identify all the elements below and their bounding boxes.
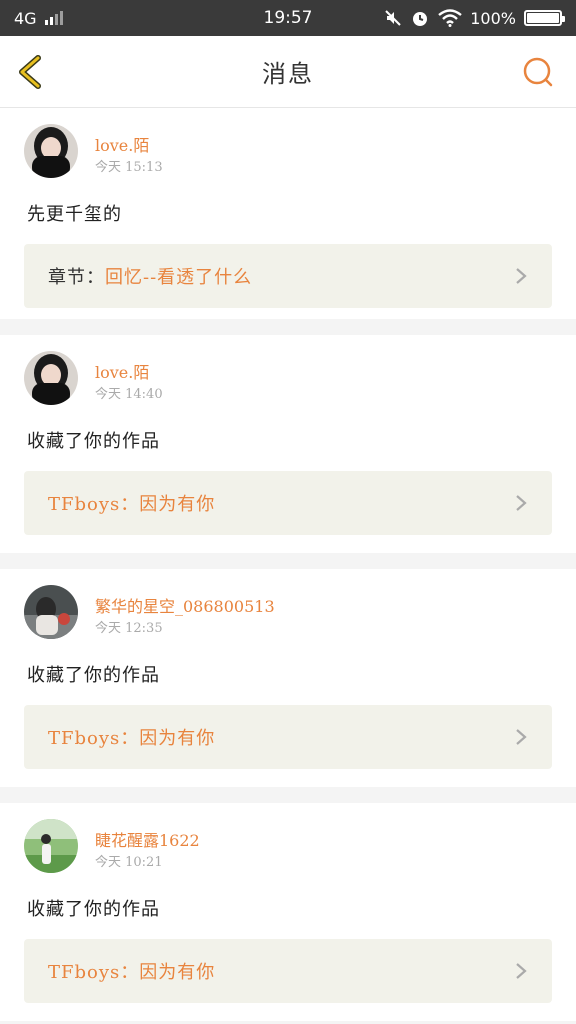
wifi-icon	[438, 9, 463, 27]
link-title: TFboys：因为有你	[48, 962, 216, 983]
message-text: 收藏了你的作品	[27, 899, 160, 920]
search-icon[interactable]	[522, 56, 554, 88]
timestamp: 今天 10:21	[95, 855, 163, 870]
work-link[interactable]: TFboys：因为有你	[24, 705, 552, 769]
username[interactable]: 睫花醒露1622	[95, 827, 200, 851]
message-card: love.陌 今天 15:13 先更千玺的 章节： 回忆--看透了什么	[0, 108, 576, 319]
username[interactable]: love.陌	[95, 132, 149, 156]
network-type: 4G	[14, 8, 37, 28]
username[interactable]: love.陌	[95, 359, 149, 383]
link-title: 回忆--看透了什么	[105, 267, 253, 288]
timestamp: 今天 15:13	[95, 160, 163, 175]
message-text: 先更千玺的	[27, 204, 122, 225]
chevron-right-icon	[516, 495, 527, 511]
avatar[interactable]	[24, 124, 78, 178]
back-icon[interactable]	[14, 54, 50, 90]
link-title: TFboys：因为有你	[48, 494, 216, 515]
link-title: TFboys：因为有你	[48, 728, 216, 749]
avatar[interactable]	[24, 819, 78, 873]
avatar[interactable]	[24, 585, 78, 639]
message-text: 收藏了你的作品	[27, 665, 160, 686]
signal-icon	[44, 11, 63, 25]
link-prefix: 章节：	[48, 267, 105, 288]
battery-icon	[524, 10, 565, 26]
message-card: 繁华的星空_086800513 今天 12:35 收藏了你的作品 TFboys：…	[0, 569, 576, 787]
timestamp: 今天 12:35	[95, 621, 163, 636]
status-bar: 4G 19:57 100%	[0, 0, 576, 36]
work-link[interactable]: TFboys：因为有你	[24, 471, 552, 535]
chevron-right-icon	[516, 268, 527, 284]
timestamp: 今天 14:40	[95, 387, 163, 402]
chevron-right-icon	[516, 963, 527, 979]
message-card: love.陌 今天 14:40 收藏了你的作品 TFboys：因为有你	[0, 335, 576, 553]
message-text: 收藏了你的作品	[27, 431, 160, 452]
chevron-right-icon	[516, 729, 527, 745]
chapter-link[interactable]: 章节： 回忆--看透了什么	[24, 244, 552, 308]
message-card: 睫花醒露1622 今天 10:21 收藏了你的作品 TFboys：因为有你	[0, 803, 576, 1021]
mute-icon	[385, 10, 401, 26]
header: 消息	[0, 36, 576, 108]
battery-percent: 100%	[470, 8, 516, 28]
alarm-icon	[413, 12, 428, 26]
username[interactable]: 繁华的星空_086800513	[95, 593, 275, 617]
work-link[interactable]: TFboys：因为有你	[24, 939, 552, 1003]
page-title: 消息	[262, 60, 314, 88]
status-left: 4G	[14, 9, 63, 28]
avatar[interactable]	[24, 351, 78, 405]
status-right: 100%	[384, 8, 565, 28]
